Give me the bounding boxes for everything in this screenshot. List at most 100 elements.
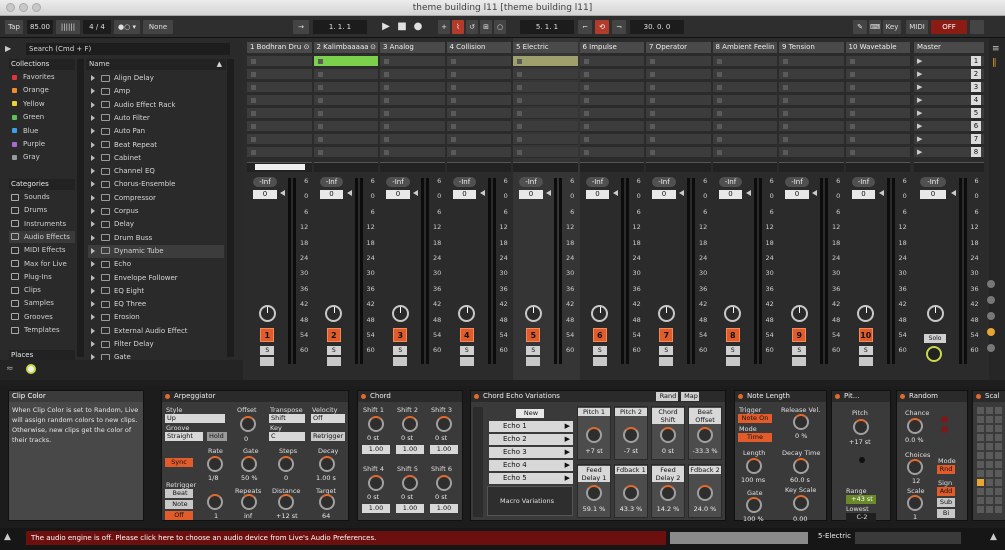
macro-knob[interactable] bbox=[586, 427, 602, 443]
clip-stop-icon[interactable] bbox=[317, 111, 323, 116]
scene-play-icon[interactable]: ▶ bbox=[917, 57, 922, 65]
track-volume-field[interactable]: 0 bbox=[851, 190, 876, 199]
track-title[interactable]: 9 Tension bbox=[779, 42, 844, 53]
mixer-icon[interactable] bbox=[987, 328, 995, 336]
clip-stop-icon[interactable] bbox=[251, 137, 256, 142]
clip-stop-icon[interactable] bbox=[583, 124, 589, 129]
quantize-dropdown[interactable]: None bbox=[143, 20, 173, 34]
clip-stop-icon[interactable] bbox=[251, 111, 256, 116]
length-knob[interactable] bbox=[746, 458, 762, 474]
clip-stop-icon[interactable] bbox=[384, 111, 389, 116]
rate-knob[interactable] bbox=[207, 456, 223, 472]
scale-title[interactable]: Scal bbox=[973, 391, 1005, 402]
arrangement-position-field[interactable]: 1. 1. 1 bbox=[313, 20, 367, 34]
tap-button[interactable]: Tap bbox=[5, 20, 23, 34]
clip-slot[interactable] bbox=[845, 134, 910, 145]
pan-knob[interactable] bbox=[926, 305, 944, 322]
random-title[interactable]: Random bbox=[897, 391, 967, 402]
arm-button[interactable] bbox=[459, 357, 474, 366]
macro-knob[interactable] bbox=[586, 485, 602, 501]
time-signature-field[interactable]: 4 / 4 bbox=[83, 20, 111, 34]
clip-stop-icon[interactable] bbox=[716, 85, 722, 90]
track-activator-button[interactable]: 3 bbox=[393, 328, 408, 342]
track-volume-field[interactable]: 0 bbox=[319, 190, 344, 199]
clip-slot[interactable] bbox=[380, 82, 445, 93]
scale-grid-cell[interactable] bbox=[986, 452, 993, 459]
clip-slot[interactable] bbox=[779, 147, 844, 158]
map-button[interactable]: Map bbox=[681, 392, 699, 401]
style-dropdown[interactable]: Up bbox=[165, 414, 225, 423]
clip-slot[interactable] bbox=[313, 121, 378, 132]
clip-slot[interactable] bbox=[446, 82, 511, 93]
scene-play-icon[interactable]: ▶ bbox=[917, 70, 922, 78]
scene-play-icon[interactable]: ▶ bbox=[917, 83, 922, 91]
solo-button[interactable]: S bbox=[792, 346, 807, 355]
browser-item[interactable]: Chorus-Ensemble bbox=[88, 178, 224, 191]
volume-fader-arrow[interactable] bbox=[612, 190, 618, 196]
track-activator-button[interactable]: 5 bbox=[526, 328, 541, 342]
mode-time-button[interactable]: Time bbox=[738, 433, 772, 442]
category-sounds[interactable]: Sounds bbox=[9, 191, 75, 203]
track-volume-field[interactable]: 0 bbox=[386, 190, 410, 199]
clip-stop-icon[interactable] bbox=[450, 150, 456, 155]
metronome-button[interactable]: ●○ ▾ bbox=[114, 20, 140, 34]
track-volume-field[interactable]: 0 bbox=[718, 190, 743, 199]
track-activator-button[interactable]: 10 bbox=[858, 328, 873, 342]
scale-grid-cell[interactable] bbox=[995, 461, 1002, 468]
clip-slot[interactable] bbox=[446, 147, 511, 158]
scale-grid-cell[interactable] bbox=[977, 506, 984, 513]
browser-item[interactable]: Beat Repeat bbox=[88, 139, 224, 152]
sign-add-button[interactable]: Add bbox=[937, 487, 955, 496]
solo-button[interactable]: S bbox=[326, 346, 341, 355]
clip-stop-icon[interactable] bbox=[650, 72, 655, 77]
clip-slot[interactable] bbox=[712, 95, 777, 106]
expand-arrow-icon[interactable] bbox=[91, 208, 95, 214]
scale-grid-cell[interactable] bbox=[995, 452, 1002, 459]
browser-item[interactable]: Cabinet bbox=[88, 152, 224, 165]
browser-item[interactable]: Compressor bbox=[88, 192, 224, 205]
category-grooves[interactable]: Grooves bbox=[9, 311, 75, 323]
clip-slot[interactable] bbox=[513, 56, 578, 67]
clip-slot[interactable] bbox=[579, 121, 644, 132]
track-overview[interactable] bbox=[855, 532, 961, 544]
clip-stop-icon[interactable] bbox=[849, 111, 855, 116]
clip-play-icon[interactable] bbox=[317, 59, 323, 64]
browser-item[interactable]: Audio Effect Rack bbox=[88, 99, 224, 112]
chain-play-icon[interactable]: ▶ bbox=[565, 434, 570, 445]
clip-stop-icon[interactable] bbox=[783, 72, 788, 77]
expand-arrow-icon[interactable] bbox=[91, 261, 95, 268]
clip-slot[interactable] bbox=[712, 147, 777, 158]
clip-slot[interactable] bbox=[446, 95, 511, 106]
clip-stop-icon[interactable] bbox=[450, 59, 456, 64]
clip-slot[interactable] bbox=[779, 134, 844, 145]
scale-grid-cell[interactable] bbox=[995, 434, 1002, 441]
send-icon[interactable] bbox=[987, 296, 995, 304]
clip-stop-icon[interactable] bbox=[251, 72, 256, 77]
browser-item[interactable]: Auto Pan bbox=[88, 125, 224, 138]
rack-chain[interactable]: Echo 5 ▶ bbox=[489, 473, 573, 484]
track-fold-icon[interactable]: ⊙ bbox=[370, 42, 376, 53]
automation-arm-icon[interactable]: ⌇ bbox=[452, 20, 464, 34]
clip-slot[interactable] bbox=[779, 82, 844, 93]
scene-play-icon[interactable]: ▶ bbox=[917, 109, 922, 117]
solo-button[interactable]: S bbox=[725, 346, 740, 355]
hold-button[interactable]: Hold bbox=[207, 432, 227, 441]
scale-grid-cell[interactable] bbox=[986, 425, 993, 432]
browser-item[interactable]: Dynamic Tube bbox=[88, 244, 224, 258]
expand-arrow-icon[interactable] bbox=[91, 114, 95, 121]
expand-arrow-icon[interactable] bbox=[91, 75, 95, 81]
clip-stop-icon[interactable] bbox=[716, 111, 722, 116]
chord-shift-knob[interactable] bbox=[436, 475, 452, 491]
clip-slot[interactable] bbox=[380, 147, 445, 158]
clip-stop-icon[interactable] bbox=[583, 137, 589, 142]
play-icon[interactable]: ▶ bbox=[380, 20, 392, 34]
clip-stop-icon[interactable] bbox=[849, 98, 855, 103]
pitch-title[interactable]: Pit... bbox=[832, 391, 890, 402]
category-plug-ins[interactable]: Plug-Ins bbox=[9, 271, 75, 283]
expand-arrow-icon[interactable] bbox=[91, 221, 95, 228]
trigger-note-on-button[interactable]: Note On bbox=[738, 414, 772, 423]
clip-stop-icon[interactable] bbox=[650, 98, 655, 103]
scene-launch-slot[interactable]: ▶ 5 bbox=[914, 108, 984, 119]
volume-fader-arrow[interactable] bbox=[812, 190, 818, 196]
random-scale-knob[interactable] bbox=[907, 495, 923, 511]
